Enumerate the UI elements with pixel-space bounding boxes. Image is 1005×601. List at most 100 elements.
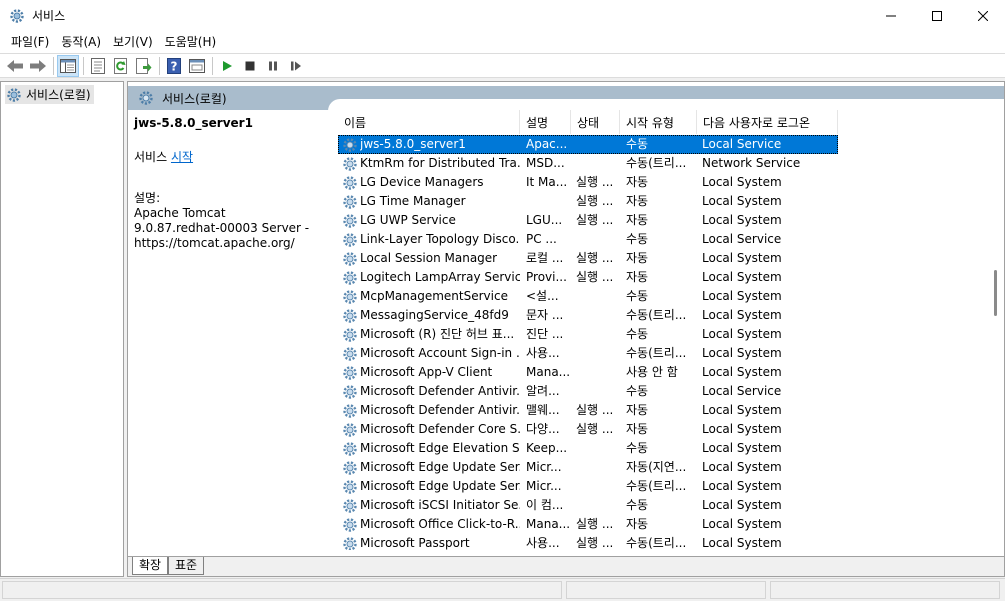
service-row[interactable]: Microsoft Account Sign-in ... 사용... 수동(트리.…: [338, 344, 838, 363]
menu-file[interactable]: 파일(F): [5, 32, 55, 52]
service-row[interactable]: Local Session Manager 로컬 ... 실행 ... 자동 Local…: [338, 249, 838, 268]
start-service-link[interactable]: 시작: [171, 150, 193, 164]
service-row[interactable]: Microsoft Defender Core S... 다양... 실행 ... 자…: [338, 420, 838, 439]
service-row[interactable]: Microsoft Passport 사용... 실행 ... 수동(트리... Loc…: [338, 534, 838, 550]
service-startup-type: 수동: [626, 327, 649, 341]
service-name-cell: Microsoft Account Sign-in ...: [338, 344, 520, 363]
start-service-button[interactable]: [216, 55, 238, 77]
service-name-cell: Microsoft Office Click-to-R...: [338, 515, 520, 534]
service-description: Mana...: [526, 517, 571, 531]
column-header-logon-as[interactable]: 다음 사용자로 로그온: [697, 110, 838, 134]
forward-button[interactable]: [27, 55, 49, 77]
service-description: 문자 ...: [526, 308, 564, 322]
minimize-button[interactable]: [868, 0, 914, 31]
service-logon-as: Local System: [702, 251, 782, 265]
service-logon-as: Local System: [702, 308, 782, 322]
scrollbar-thumb[interactable]: [994, 270, 997, 316]
status-segment: [566, 581, 766, 599]
service-name-cell: LG UWP Service: [338, 211, 520, 230]
content-header-title: 서비스(로컬): [162, 91, 227, 106]
service-row[interactable]: McpManagementService <설... 수동 Local System: [338, 287, 838, 306]
menu-view[interactable]: 보기(V): [107, 32, 159, 52]
service-description: 사용...: [526, 536, 560, 550]
menu-help[interactable]: 도움말(H): [159, 32, 223, 52]
pause-service-button[interactable]: [262, 55, 284, 77]
service-startup-type: 수동: [626, 137, 649, 151]
column-header-name[interactable]: ⌃ 이름: [338, 110, 520, 134]
service-description: 진단 ...: [526, 327, 564, 341]
maximize-button[interactable]: [914, 0, 960, 31]
service-row[interactable]: MessagingService_48fd9 문자 ... 수동(트리... Loca…: [338, 306, 838, 325]
service-logon-as: Local Service: [702, 232, 782, 246]
service-row[interactable]: LG Time Manager 실행 ... 자동 Local System: [338, 192, 838, 211]
service-row[interactable]: KtmRm for Distributed Tra... MSD... 수동(트리.…: [338, 154, 838, 173]
service-logon-as: Local System: [702, 346, 782, 360]
tab-extended[interactable]: 확장: [132, 557, 169, 575]
service-gear-icon: [342, 479, 358, 495]
service-name-cell: Microsoft Defender Core S...: [338, 420, 520, 439]
service-name-cell: jws-5.8.0_server1: [338, 135, 520, 154]
service-row[interactable]: Microsoft App-V Client Mana... 사용 안 함 Local…: [338, 363, 838, 382]
service-row[interactable]: LG UWP Service LGU... 실행 ... 자동 Local System: [338, 211, 838, 230]
column-header-row: ⌃ 이름 설명 상태 시작 유형 다음 사용자로 로그온: [338, 110, 838, 134]
view-icon: [189, 58, 205, 73]
service-name: LG UWP Service: [360, 213, 456, 227]
show-hide-tree-icon: [60, 58, 76, 73]
tab-standard[interactable]: 표준: [168, 557, 205, 575]
tree-item-services-local[interactable]: 서비스(로컬): [5, 85, 94, 104]
service-startup-type: 자동: [626, 194, 649, 208]
service-name-cell: Microsoft iSCSI Initiator Se...: [338, 496, 520, 515]
service-gear-icon: [342, 517, 358, 533]
service-gear-icon: [342, 498, 358, 514]
service-gear-icon: [342, 156, 358, 172]
service-name-cell: Logitech LampArray Service: [338, 268, 520, 287]
column-header-description[interactable]: 설명: [520, 110, 571, 134]
service-row[interactable]: Microsoft (R) 진단 허브 표... 진단 ... 수동 Local Sy…: [338, 325, 838, 344]
service-row[interactable]: jws-5.8.0_server1 Apac... 수동 Local Service: [338, 135, 838, 154]
service-row[interactable]: Microsoft Edge Elevation S... Keep... 수동 Lo…: [338, 439, 838, 458]
service-description: Provi...: [526, 270, 567, 284]
service-name: Microsoft Edge Update Ser...: [360, 460, 520, 474]
service-logon-as: Local System: [702, 517, 782, 531]
refresh-button[interactable]: [110, 55, 132, 77]
service-gear-icon: [342, 232, 358, 248]
service-name: Microsoft Defender Core S...: [360, 422, 520, 436]
service-row[interactable]: Link-Layer Topology Disco... PC ... 수동 Loca…: [338, 230, 838, 249]
service-gear-icon: [342, 270, 358, 286]
service-description: 다양...: [526, 422, 560, 436]
service-row[interactable]: Microsoft Office Click-to-R... Mana... 실행 …: [338, 515, 838, 534]
menu-bar: 파일(F) 동작(A) 보기(V) 도움말(H): [0, 31, 1005, 53]
close-button[interactable]: [960, 0, 1005, 31]
help-button[interactable]: ?: [163, 55, 185, 77]
service-row[interactable]: Microsoft Defender Antivir... 알려... 수동 Loca…: [338, 382, 838, 401]
service-row[interactable]: LG Device Managers It Ma... 실행 ... 자동 Local …: [338, 173, 838, 192]
export-list-icon: [136, 57, 152, 74]
service-gear-icon: [342, 194, 358, 210]
view-button[interactable]: [186, 55, 208, 77]
column-header-startup-type[interactable]: 시작 유형: [620, 110, 697, 134]
service-status: 실행 ...: [576, 270, 614, 284]
service-row[interactable]: Microsoft Defender Antivir... 맬웨... 실행 ...…: [338, 401, 838, 420]
service-gear-icon: [342, 308, 358, 324]
service-row[interactable]: Microsoft Edge Update Ser... Micr... 자동(지연…: [338, 458, 838, 477]
service-logon-as: Local System: [702, 422, 782, 436]
show-hide-tree-button[interactable]: [57, 54, 79, 77]
export-list-button[interactable]: [133, 55, 155, 77]
service-logon-as: Local System: [702, 327, 782, 341]
menu-action[interactable]: 동작(A): [55, 32, 107, 52]
service-description: Mana...: [526, 365, 571, 379]
services-gear-icon: [139, 91, 153, 105]
column-header-status[interactable]: 상태: [571, 110, 620, 134]
service-row[interactable]: Microsoft iSCSI Initiator Se... 이 컴... 수동 L…: [338, 496, 838, 515]
vertical-scrollbar[interactable]: [986, 110, 1004, 550]
properties-button[interactable]: [87, 55, 109, 77]
service-description: Micr...: [526, 460, 562, 474]
svg-text:?: ?: [171, 59, 178, 73]
restart-service-button[interactable]: [285, 55, 307, 77]
stop-service-button[interactable]: [239, 55, 261, 77]
service-row[interactable]: Logitech LampArray Service Provi... 실행 ...…: [338, 268, 838, 287]
back-icon: [7, 59, 23, 72]
back-button[interactable]: [4, 55, 26, 77]
service-row[interactable]: Microsoft Edge Update Ser... Micr... 수동(트리…: [338, 477, 838, 496]
status-bar: [0, 578, 1005, 601]
